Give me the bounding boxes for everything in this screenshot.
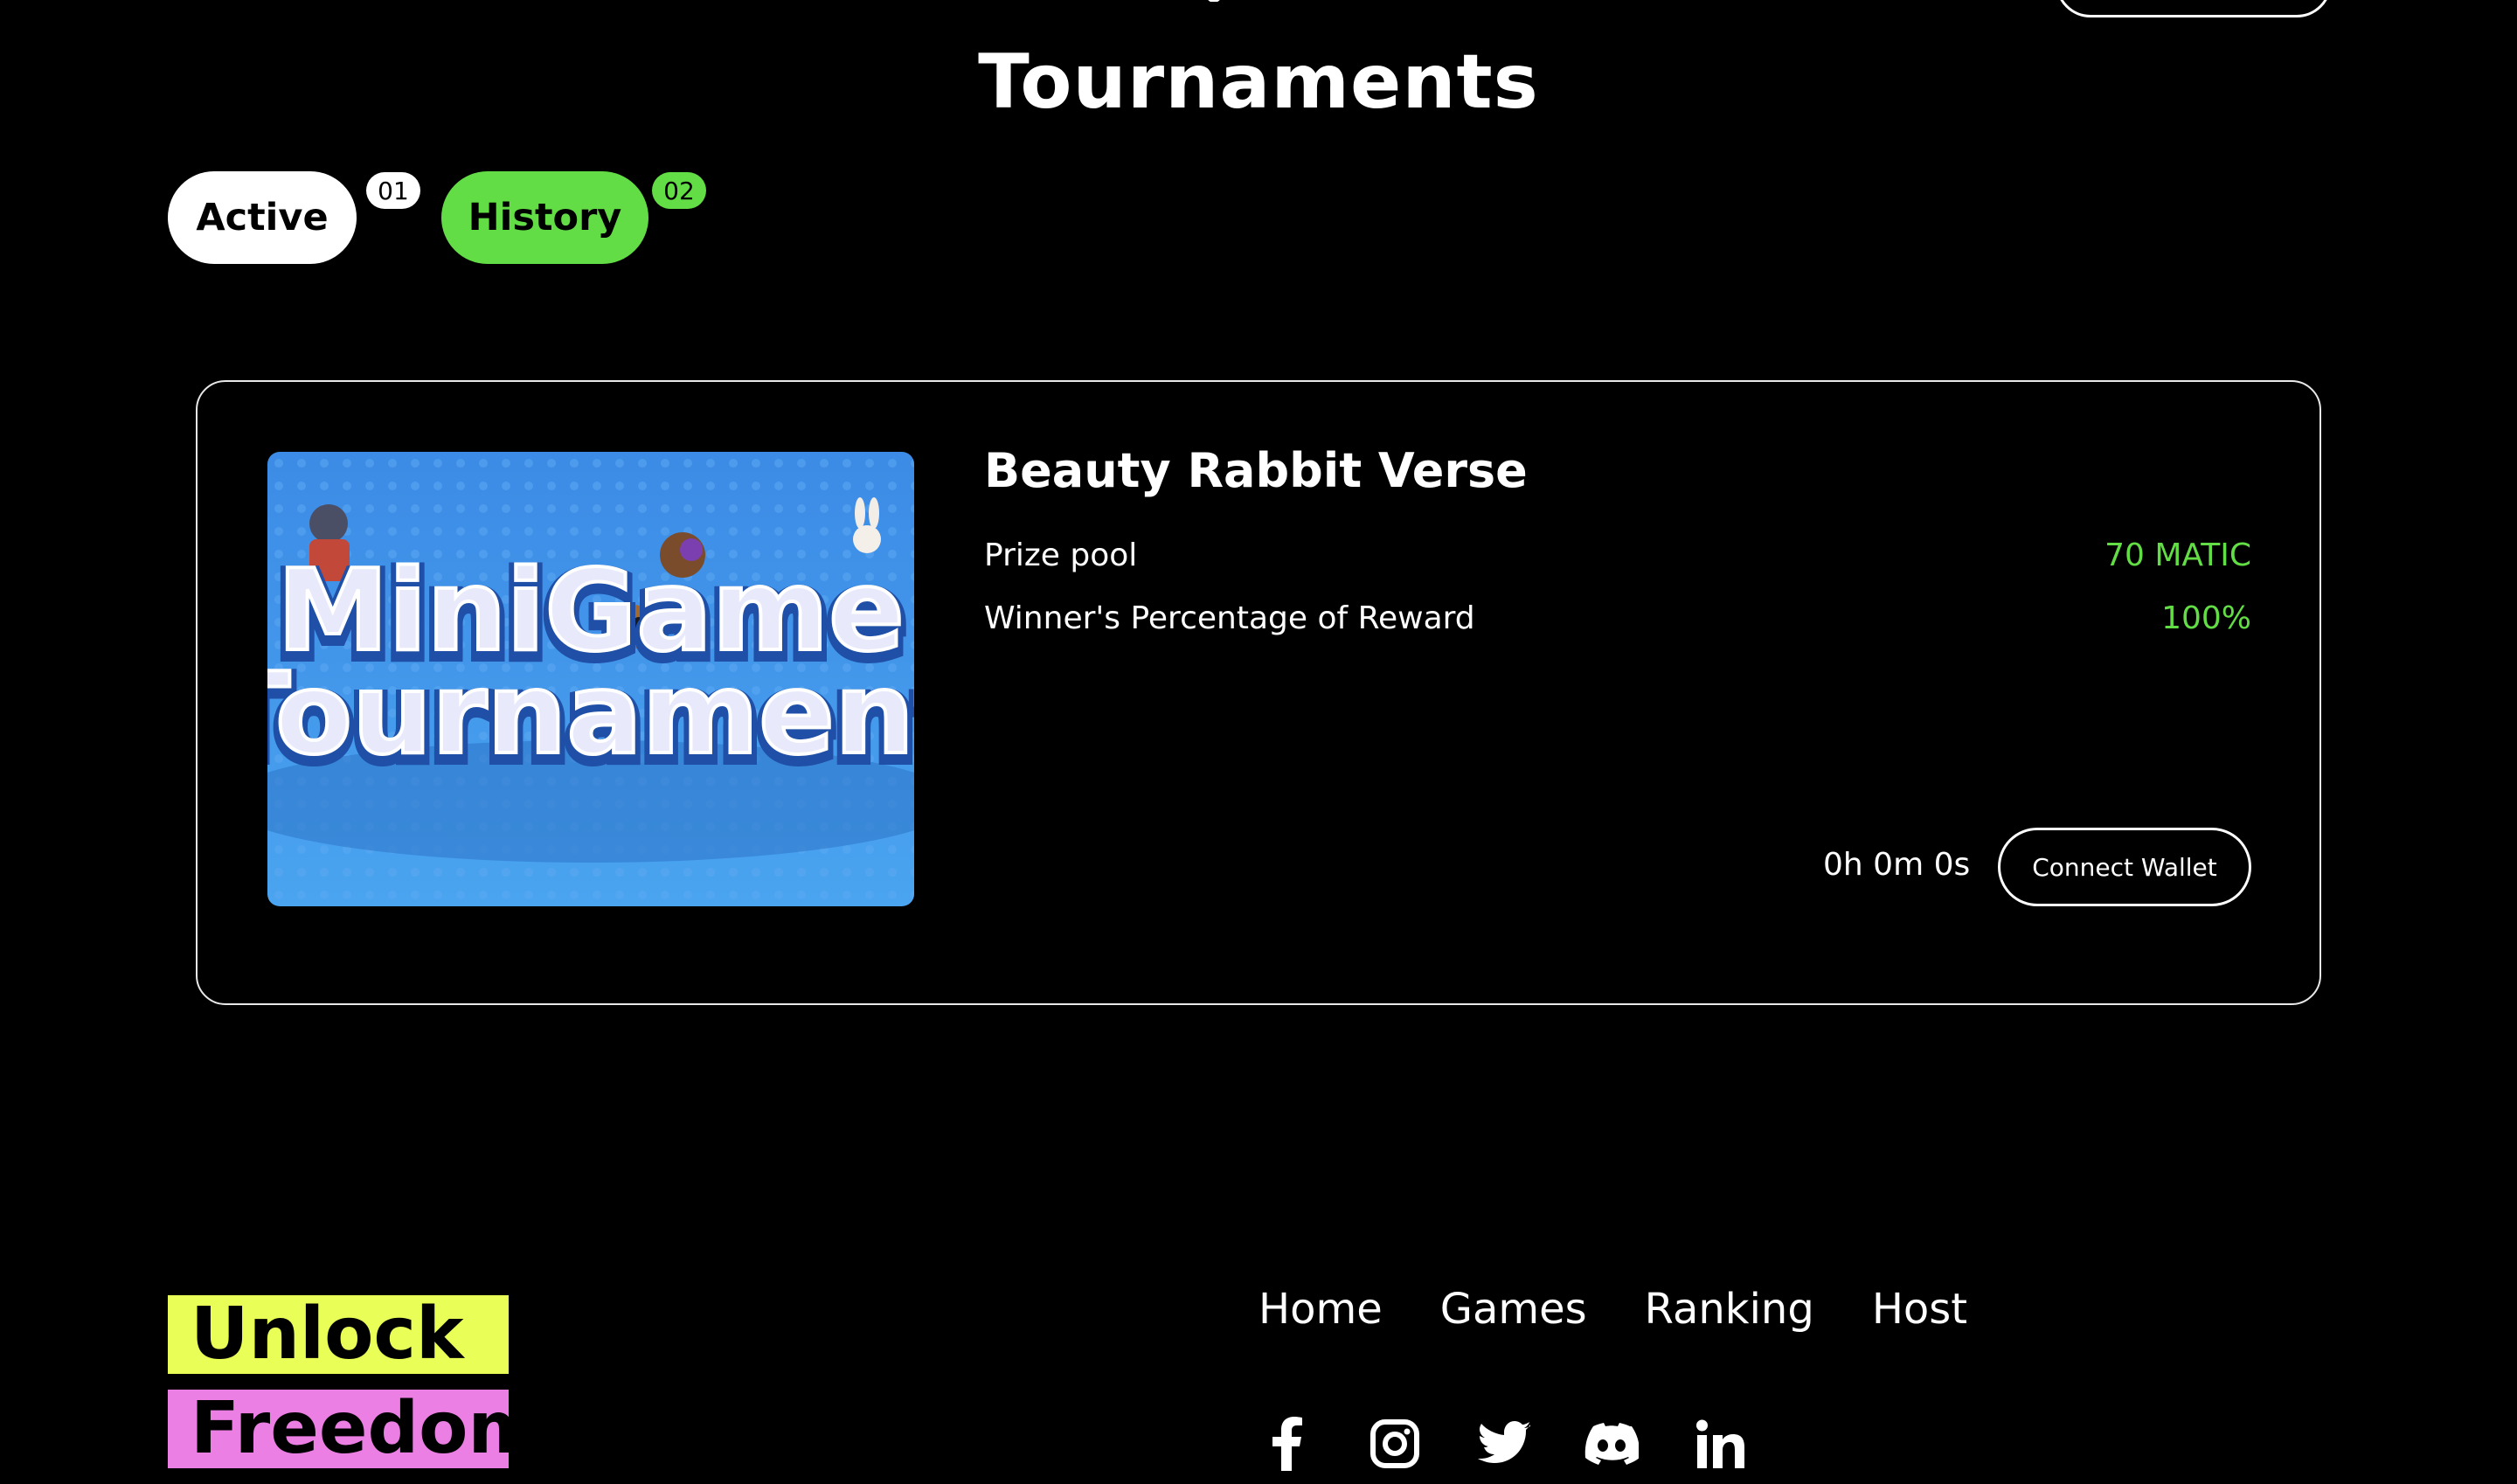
- prize-pool-label: Prize pool: [984, 537, 1138, 573]
- prize-pool-row: Prize pool 70 MATIC: [984, 537, 2251, 573]
- tournament-image[interactable]: MiniGame MiniGame Tournament Tournament: [267, 452, 914, 906]
- tab-history[interactable]: History: [441, 171, 648, 264]
- facebook-icon[interactable]: [1258, 1416, 1314, 1472]
- header-button[interactable]: [2056, 0, 2332, 17]
- footer-nav-ranking[interactable]: Ranking: [1645, 1285, 1814, 1334]
- footer-nav-games[interactable]: Games: [1440, 1285, 1587, 1334]
- tab-active[interactable]: Active: [168, 171, 357, 264]
- winner-percentage-row: Winner's Percentage of Reward 100%: [984, 600, 2251, 636]
- image-title-line2: Tournament: [267, 649, 914, 780]
- discord-icon[interactable]: [1584, 1416, 1640, 1472]
- tournament-name: Beauty Rabbit Verse: [984, 443, 1528, 498]
- prize-pool-value: 70 MATIC: [2104, 537, 2251, 573]
- connect-wallet-button[interactable]: Connect Wallet: [1998, 828, 2251, 906]
- tournament-card: MiniGame MiniGame Tournament Tournament …: [196, 380, 2321, 1005]
- winner-percentage-label: Winner's Percentage of Reward: [984, 600, 1475, 636]
- tab-history-count: 02: [652, 172, 706, 209]
- tab-active-count: 01: [366, 172, 420, 209]
- instagram-icon[interactable]: [1367, 1416, 1423, 1472]
- linkedin-icon[interactable]: [1692, 1416, 1748, 1472]
- brand-tagline-unlock: Unlock: [168, 1295, 509, 1374]
- countdown-timer: 0h 0m 0s: [1823, 847, 1971, 883]
- social-links: [1258, 1416, 1748, 1472]
- footer-nav: Home Games Ranking Host: [1258, 1285, 1967, 1334]
- page-title: Tournaments: [978, 38, 1539, 126]
- header-cut-glyph: [1194, 0, 1264, 2]
- footer-nav-host[interactable]: Host: [1872, 1285, 1967, 1334]
- twitter-icon[interactable]: [1475, 1416, 1531, 1472]
- winner-percentage-value: 100%: [2161, 600, 2251, 636]
- brand-tagline-freedom: Freedom: [168, 1390, 509, 1468]
- footer-nav-home[interactable]: Home: [1258, 1285, 1383, 1334]
